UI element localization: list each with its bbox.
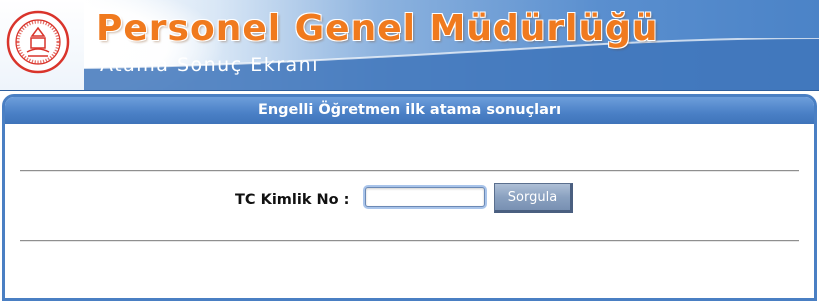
- meb-emblem-icon: [6, 10, 70, 74]
- query-button[interactable]: Sorgula: [494, 183, 573, 213]
- panel-title: Engelli Öğretmen ilk atama sonuçları: [5, 97, 814, 124]
- divider-bottom: [20, 240, 799, 242]
- page-subtitle: Atama Sonuç Ekranı: [100, 54, 319, 76]
- page-title: Personel Genel Müdürlüğü: [96, 8, 659, 49]
- tc-kimlik-input[interactable]: [365, 187, 485, 207]
- result-panel: Engelli Öğretmen ilk atama sonuçları TC …: [2, 94, 817, 301]
- tc-kimlik-label: TC Kimlik No :: [235, 192, 350, 208]
- divider-top: [20, 170, 799, 172]
- page-header: Personel Genel Müdürlüğü Atama Sonuç Ekr…: [0, 0, 819, 91]
- query-form: TC Kimlik No : Sorgula: [5, 183, 814, 217]
